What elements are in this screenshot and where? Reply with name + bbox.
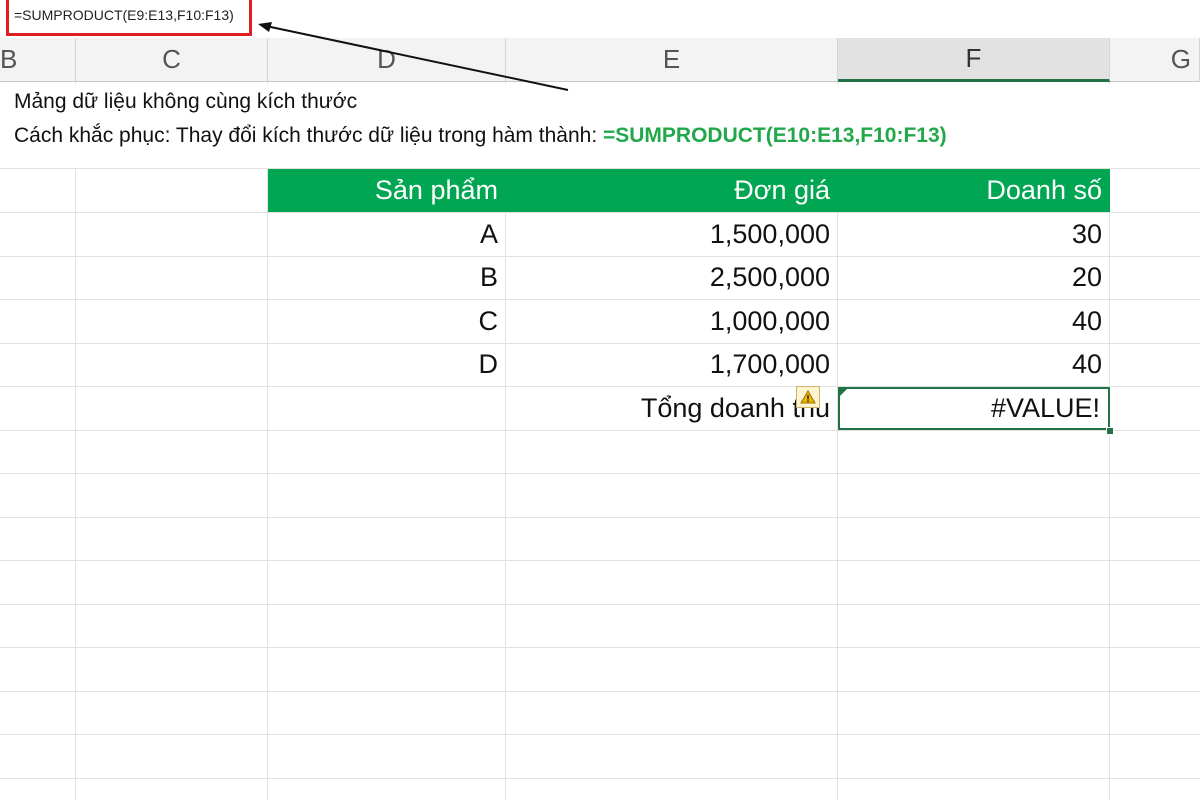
fill-handle[interactable] <box>1106 427 1114 435</box>
table-cell-price[interactable]: 1,500,000 <box>506 213 838 256</box>
table-cell-price[interactable]: 1,700,000 <box>506 343 838 386</box>
table-cell-product[interactable]: D <box>268 343 506 386</box>
header-label: Đơn giá <box>734 175 830 205</box>
header-label: Doanh số <box>986 175 1102 205</box>
table-cell-sales[interactable]: 20 <box>838 256 1110 299</box>
table-cell-product[interactable]: C <box>268 300 506 343</box>
header-product[interactable]: Sản phẩm <box>268 169 506 212</box>
total-value-cell[interactable]: #VALUE! <box>838 387 1110 430</box>
table-cell-product[interactable]: B <box>268 256 506 299</box>
table-cell-sales[interactable]: 40 <box>838 343 1110 386</box>
header-label: Sản phẩm <box>374 175 498 205</box>
warning-icon[interactable] <box>796 386 820 408</box>
table-cell-product[interactable]: A <box>268 213 506 256</box>
warning-triangle-glyph <box>800 390 816 404</box>
header-sales[interactable]: Doanh số <box>838 169 1110 212</box>
total-label[interactable]: Tổng doanh thu <box>506 387 838 430</box>
header-price[interactable]: Đơn giá <box>506 169 838 212</box>
table-cell-price[interactable]: 1,000,000 <box>506 300 838 343</box>
table-cell-price[interactable]: 2,500,000 <box>506 256 838 299</box>
error-triangle-icon <box>840 387 849 396</box>
table-cell-sales[interactable]: 40 <box>838 300 1110 343</box>
table-cell-sales[interactable]: 30 <box>838 213 1110 256</box>
